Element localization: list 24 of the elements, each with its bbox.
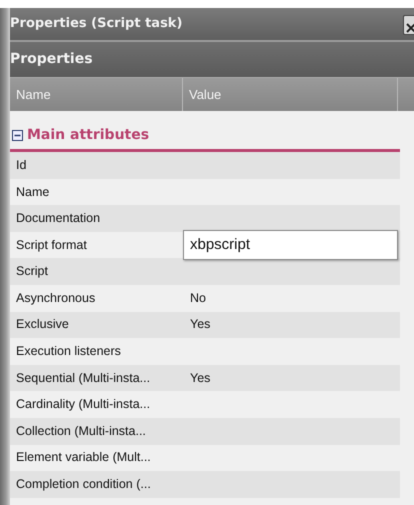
property-name: Sequential (Multi-insta... xyxy=(15,370,152,387)
column-header[interactable]: Value xyxy=(189,84,222,104)
property-name: Documentation xyxy=(15,210,102,228)
property-name: Execution listeners xyxy=(15,343,122,360)
property-value: Yes xyxy=(189,316,210,334)
property-name: Cardinality (Multi-insta... xyxy=(15,396,152,414)
panel-title: Properties xyxy=(10,50,93,69)
column-header[interactable]: Name xyxy=(16,84,51,104)
window-title: Properties (Script task) xyxy=(10,15,182,34)
property-name: Collection (Multi-insta... xyxy=(15,422,147,440)
collapse-icon[interactable] xyxy=(12,130,23,140)
property-name: Script format xyxy=(15,236,88,254)
group-title[interactable]: Main attributes xyxy=(27,124,150,146)
property-value: Yes xyxy=(189,370,210,387)
close-button[interactable] xyxy=(403,15,414,35)
property-name: Exclusive xyxy=(15,316,70,334)
property-value: No xyxy=(189,290,206,307)
property-name: Element variable (Mult... xyxy=(15,449,152,466)
property-name: Asynchronous xyxy=(15,290,96,307)
property-name: Name xyxy=(15,184,50,201)
property-name: Id xyxy=(15,156,28,174)
value-field[interactable]: xbpscript xyxy=(183,230,398,260)
property-name: Script xyxy=(15,263,49,280)
property-name: Completion condition (... xyxy=(15,476,152,494)
